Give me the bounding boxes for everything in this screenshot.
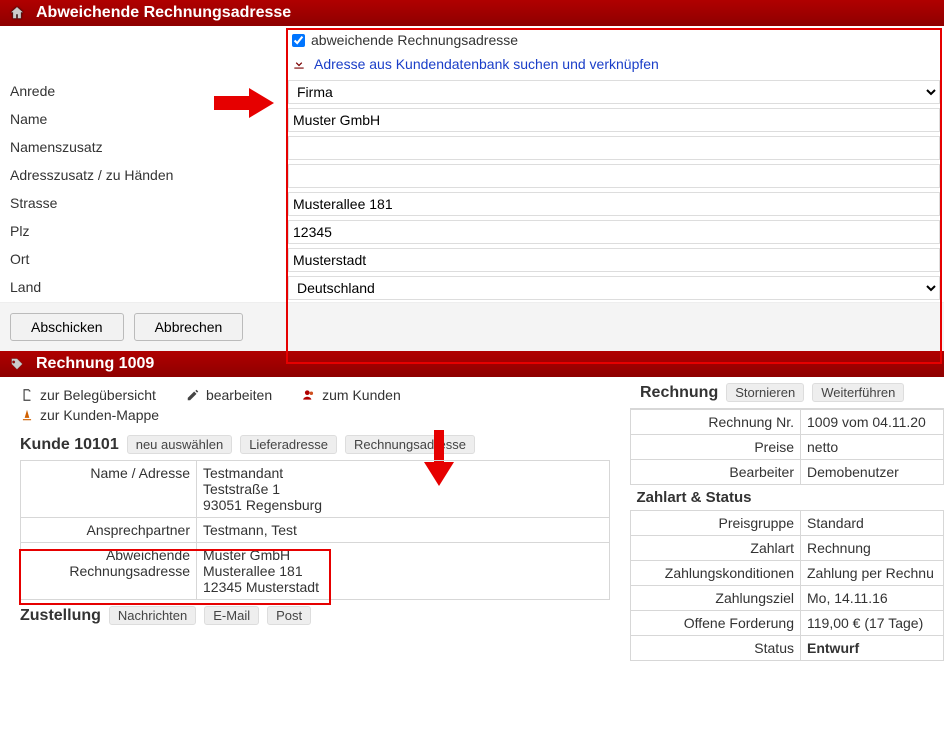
ort-label: Ort	[0, 246, 288, 272]
anrede-label: Anrede	[0, 78, 288, 104]
nachrichten-pill[interactable]: Nachrichten	[109, 606, 196, 625]
status-value: Entwurf	[801, 636, 944, 661]
offene-value: 119,00 € (17 Tage)	[801, 611, 944, 636]
ansprechpartner-label: Ansprechpartner	[21, 518, 197, 543]
table-row: Rechnung Nr.1009 vom 04.11.20	[631, 410, 944, 435]
preisgruppe-label: Preisgruppe	[631, 511, 801, 536]
rechnungsadresse-pill[interactable]: Rechnungsadresse	[345, 435, 475, 454]
namenszusatz-input[interactable]	[288, 136, 940, 160]
land-select[interactable]: Deutschland	[288, 276, 940, 300]
plz-input[interactable]	[288, 220, 940, 244]
invoice-title: Rechnung 1009	[36, 355, 154, 373]
weiterfuehren-pill[interactable]: Weiterführen	[812, 383, 904, 402]
zum-kunden-link[interactable]: zum Kunden	[302, 387, 401, 403]
document-icon	[20, 388, 34, 402]
preisgruppe-value: Standard	[801, 511, 944, 536]
rechnung-nr-label: Rechnung Nr.	[631, 410, 801, 435]
bearbeiten-link[interactable]: bearbeiten	[186, 387, 272, 403]
name-input[interactable]	[288, 108, 940, 132]
strasse-label: Strasse	[0, 190, 288, 216]
table-row: StatusEntwurf	[631, 636, 944, 661]
abw-rechnungs-value: Muster GmbH Musterallee 181 12345 Muster…	[197, 543, 610, 600]
abweichende-checkbox[interactable]	[292, 34, 305, 47]
zahlart-heading: Zahlart & Status	[631, 485, 944, 511]
table-row: Ansprechpartner Testmann, Test	[21, 518, 610, 543]
beleguebersicht-link[interactable]: zur Belegübersicht	[20, 387, 156, 403]
stornieren-pill[interactable]: Stornieren	[726, 383, 804, 402]
adresszusatz-label: Adresszusatz / zu Händen	[0, 162, 288, 188]
ziel-value: Mo, 14.11.16	[801, 586, 944, 611]
kunden-mappe-link[interactable]: zur Kunden-Mappe	[20, 407, 159, 423]
preise-label: Preise	[631, 435, 801, 460]
zahlart-heading-row: Zahlart & Status	[631, 485, 944, 511]
namenszusatz-label: Namenszusatz	[0, 134, 288, 160]
abweichende-checkbox-label: abweichende Rechnungsadresse	[311, 32, 518, 48]
name-adresse-value: Testmandant Teststraße 1 93051 Regensbur…	[197, 461, 610, 518]
anrede-select[interactable]: Firma	[288, 80, 940, 104]
status-label: Status	[631, 636, 801, 661]
ansprechpartner-value: Testmann, Test	[197, 518, 610, 543]
offene-label: Offene Forderung	[631, 611, 801, 636]
ort-input[interactable]	[288, 248, 940, 272]
cone-icon	[20, 408, 34, 422]
name-adresse-label: Name / Adresse	[21, 461, 197, 518]
rechnung-nr-value: 1009 vom 04.11.20	[801, 410, 944, 435]
submit-button[interactable]: Abschicken	[10, 313, 124, 341]
table-row: PreisgruppeStandard	[631, 511, 944, 536]
neu-auswaehlen-pill[interactable]: neu auswählen	[127, 435, 232, 454]
adresszusatz-input[interactable]	[288, 164, 940, 188]
zahlart-value: Rechnung	[801, 536, 944, 561]
strasse-input[interactable]	[288, 192, 940, 216]
lieferadresse-pill[interactable]: Lieferadresse	[240, 435, 337, 454]
table-row: Abweichende Rechnungsadresse Muster GmbH…	[21, 543, 610, 600]
ziel-label: Zahlungsziel	[631, 586, 801, 611]
download-icon	[292, 57, 306, 71]
bearbeiter-value: Demobenutzer	[801, 460, 944, 485]
table-row: ZahlungskonditionenZahlung per Rechnu	[631, 561, 944, 586]
table-row: ZahlungszielMo, 14.11.16	[631, 586, 944, 611]
search-customer-link[interactable]: Adresse aus Kundendatenbank suchen und v…	[314, 56, 659, 72]
bearbeiter-label: Bearbeiter	[631, 460, 801, 485]
rechnung-heading: Rechnung	[640, 384, 718, 402]
abw-rechnungs-label: Abweichende Rechnungsadresse	[21, 543, 197, 600]
table-row: BearbeiterDemobenutzer	[631, 460, 944, 485]
page-title: Abweichende Rechnungsadresse	[36, 4, 291, 22]
preise-value: netto	[801, 435, 944, 460]
konditionen-value: Zahlung per Rechnu	[801, 561, 944, 586]
zahlart-label: Zahlart	[631, 536, 801, 561]
table-row: Offene Forderung119,00 € (17 Tage)	[631, 611, 944, 636]
post-pill[interactable]: Post	[267, 606, 311, 625]
land-label: Land	[0, 274, 288, 300]
zustellung-heading: Zustellung	[20, 607, 101, 625]
person-icon	[302, 388, 316, 402]
pencil-icon	[186, 388, 200, 402]
table-row: Preisenetto	[631, 435, 944, 460]
konditionen-label: Zahlungskonditionen	[631, 561, 801, 586]
cancel-button[interactable]: Abbrechen	[134, 313, 244, 341]
name-label: Name	[0, 106, 288, 132]
home-icon[interactable]	[8, 5, 26, 21]
email-pill[interactable]: E-Mail	[204, 606, 259, 625]
table-row: Name / Adresse Testmandant Teststraße 1 …	[21, 461, 610, 518]
kunde-heading: Kunde 10101	[20, 436, 119, 454]
table-row: ZahlartRechnung	[631, 536, 944, 561]
tag-icon[interactable]	[8, 356, 26, 372]
plz-label: Plz	[0, 218, 288, 244]
